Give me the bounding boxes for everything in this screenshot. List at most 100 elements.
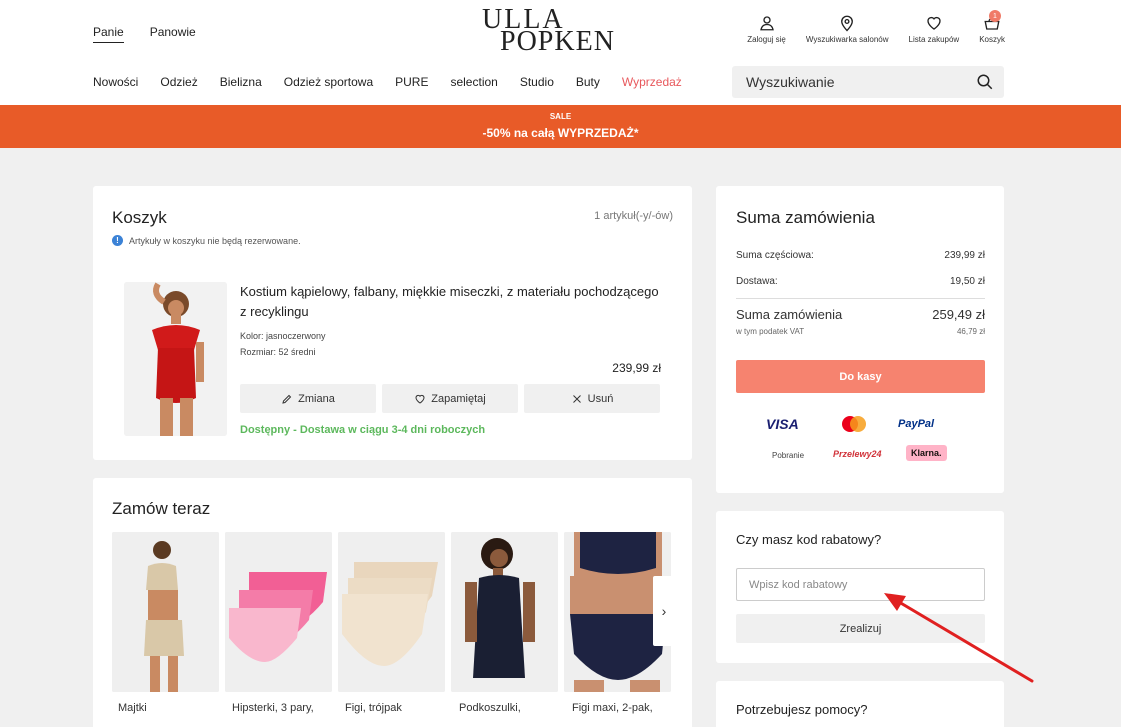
paypal-logo: PayPal [898, 418, 935, 430]
recommendation-tile[interactable] [338, 532, 445, 692]
shipping-row: Dostawa: 19,50 zł [736, 276, 985, 287]
nav-item-sale[interactable]: Wyprzedaż [622, 75, 682, 89]
search-placeholder: Wyszukiwanie [746, 74, 835, 90]
total-label: Suma zamówienia [736, 307, 843, 322]
recommendation-label[interactable]: Figi, trójpak [345, 702, 402, 714]
beige-briefs-illustration [338, 532, 445, 692]
shipping-label: Dostawa: [736, 276, 778, 287]
save-for-later-label: Zapamiętaj [431, 392, 486, 405]
cart-button[interactable]: 1 Koszyk [979, 10, 1005, 44]
store-locator-button[interactable]: Wyszukiwarka salonów [806, 14, 889, 44]
product-price: 239,99 zł [612, 361, 661, 375]
nav-item-odziez[interactable]: Odzież [160, 75, 197, 89]
recommendation-carousel [112, 532, 671, 692]
search-icon[interactable] [976, 73, 994, 91]
recommendation-label[interactable]: Podkoszulki, [459, 702, 521, 714]
cart-title: Koszyk [112, 208, 167, 227]
summary-divider [736, 298, 985, 299]
carousel-next-button[interactable]: › [653, 576, 675, 646]
help-panel: Potrzebujesz pomocy? [716, 681, 1004, 727]
cart-item-count: 1 artykuł(-y/-ów) [594, 210, 673, 222]
hipster-briefs-illustration [225, 532, 332, 692]
chevron-right-icon: › [661, 603, 667, 619]
login-label: Zaloguj się [747, 35, 786, 44]
tank-top-model-illustration [451, 532, 558, 692]
banner-text: -50% na całą WYPRZEDAŻ* [482, 126, 639, 140]
coupon-panel: Czy masz kod rabatowy? Zrealizuj [716, 511, 1004, 663]
main-nav: Nowości Odzież Bielizna Odzież sportowa … [93, 75, 682, 89]
wishlist-label: Lista zakupów [908, 35, 960, 44]
total-value: 259,49 zł [932, 307, 985, 322]
recommendation-label[interactable]: Hipsterki, 3 pary, [232, 702, 314, 714]
banner-label: SALE [549, 112, 572, 121]
product-meta: Kolor: jasnoczerwony Rozmiar: 52 średni [240, 328, 326, 360]
nav-item-studio[interactable]: Studio [520, 75, 554, 89]
recommendations-title: Zamów teraz [112, 499, 211, 518]
summary-title: Suma zamówienia [736, 208, 875, 227]
order-summary-panel: Suma zamówienia Suma częściowa: 239,99 z… [716, 186, 1004, 493]
help-title[interactable]: Potrzebujesz pomocy? [736, 702, 868, 717]
search-bar[interactable]: Wyszukiwanie [732, 66, 1004, 98]
cart-count-badge: 1 [989, 10, 1001, 22]
heart-icon [415, 394, 425, 404]
checkout-button[interactable]: Do kasy [736, 360, 985, 393]
subtotal-label: Suma częściowa: [736, 250, 814, 261]
cart-info-note: ! Artykuły w koszyku nie będą rezerwowan… [112, 235, 301, 246]
logo-text-bottom: POPKEN [500, 26, 615, 57]
cash-on-delivery-label: Pobranie [772, 451, 805, 460]
cart-info-text: Artykuły w koszyku nie będą rezerwowane. [129, 235, 301, 246]
gender-men-tab[interactable]: Panowie [150, 25, 196, 43]
subtotal-value: 239,99 zł [944, 250, 985, 261]
przelewy24-logo: Przelewy24 [833, 449, 882, 459]
cart-label: Koszyk [979, 35, 1005, 44]
site-header: Panie Panowie ULLA POPKEN Zaloguj się Wy… [0, 0, 1121, 105]
edit-button[interactable]: Zmiana [240, 384, 376, 413]
product-color: Kolor: jasnoczerwony [240, 331, 326, 341]
recommendation-tile[interactable] [112, 532, 219, 692]
sale-banner[interactable]: SALE -50% na całą WYPRZEDAŻ* [0, 105, 1121, 148]
vat-value: 46,79 zł [956, 327, 985, 336]
nav-item-nowosci[interactable]: Nowości [93, 75, 138, 89]
klarna-logo: Klarna. [906, 445, 947, 461]
location-pin-icon [841, 15, 854, 32]
login-button[interactable]: Zaloguj się [747, 14, 786, 44]
wishlist-button[interactable]: Lista zakupów [908, 14, 960, 44]
remove-label: Usuń [587, 392, 614, 405]
info-icon: ! [112, 235, 123, 246]
gender-switch: Panie Panowie [93, 25, 196, 43]
logo[interactable]: ULLA POPKEN [482, 6, 614, 56]
shipping-value: 19,50 zł [949, 276, 985, 287]
product-image[interactable] [124, 282, 227, 436]
header-tools: Zaloguj się Wyszukiwarka salonów Lista z… [727, 10, 1005, 44]
total-row: Suma zamówienia 259,49 zł [736, 307, 985, 322]
product-name[interactable]: Kostium kąpielowy, falbany, miękkie mise… [240, 282, 660, 322]
shaping-briefs-illustration [112, 532, 219, 692]
swimsuit-model-illustration [124, 282, 227, 436]
subtotal-row: Suma częściowa: 239,99 zł [736, 250, 985, 261]
nav-item-sport[interactable]: Odzież sportowa [284, 75, 373, 89]
heart-icon [927, 16, 941, 30]
store-locator-label: Wyszukiwarka salonów [805, 35, 889, 44]
availability-status: Dostępny - Dostawa w ciągu 3-4 dni roboc… [240, 424, 486, 436]
nav-item-buty[interactable]: Buty [576, 75, 600, 89]
vat-row: w tym podatek VAT 46,79 zł [736, 327, 985, 336]
edit-label: Zmiana [298, 392, 335, 405]
save-for-later-button[interactable]: Zapamiętaj [382, 384, 518, 413]
close-icon [572, 394, 581, 403]
mastercard-logo [842, 416, 866, 432]
remove-button[interactable]: Usuń [524, 384, 660, 413]
product-actions: Zmiana Zapamiętaj Usuń [240, 384, 660, 413]
user-icon [759, 16, 774, 31]
gender-women-tab[interactable]: Panie [93, 25, 124, 43]
redeem-coupon-button[interactable]: Zrealizuj [736, 614, 985, 643]
recommendations-panel: Zamów teraz › Majtki Hipsterki, 3 pary, … [93, 478, 692, 727]
nav-item-pure[interactable]: PURE [395, 75, 428, 89]
recommendation-label[interactable]: Majtki [118, 702, 147, 714]
cart-panel: Koszyk 1 artykuł(-y/-ów) ! Artykuły w ko… [93, 186, 692, 460]
recommendation-tile[interactable] [225, 532, 332, 692]
recommendation-label[interactable]: Figi maxi, 2-pak, [572, 702, 653, 714]
recommendation-tile[interactable] [451, 532, 558, 692]
coupon-code-input[interactable] [736, 568, 985, 601]
nav-item-selection[interactable]: selection [450, 75, 497, 89]
nav-item-bielizna[interactable]: Bielizna [220, 75, 262, 89]
